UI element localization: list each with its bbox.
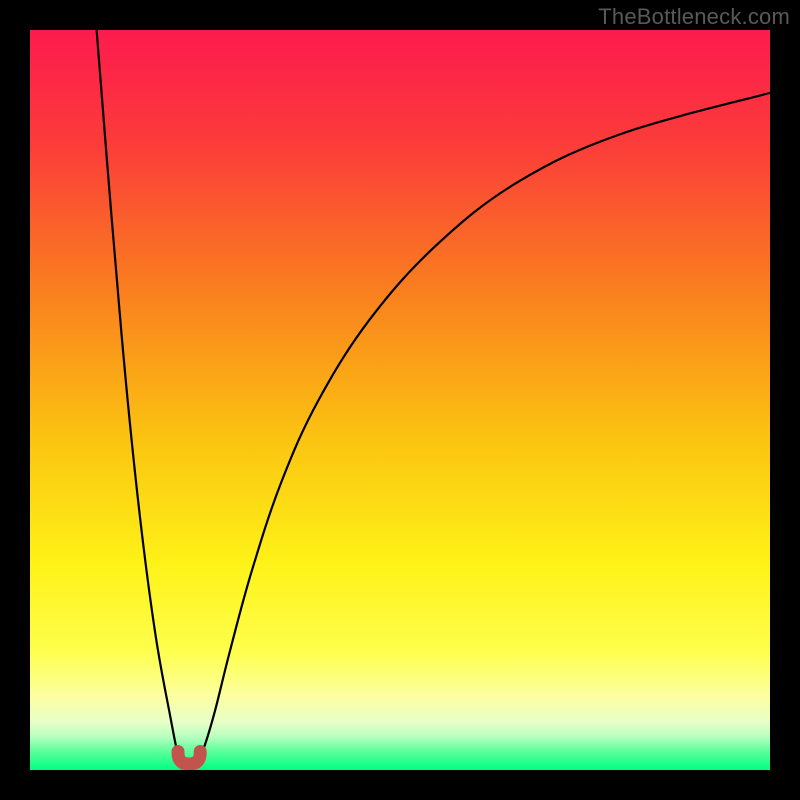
- chart-frame: TheBottleneck.com: [0, 0, 800, 800]
- plot-svg: [30, 30, 770, 770]
- attribution-text: TheBottleneck.com: [598, 4, 790, 30]
- plot-area: [30, 30, 770, 770]
- gradient-background: [30, 30, 770, 770]
